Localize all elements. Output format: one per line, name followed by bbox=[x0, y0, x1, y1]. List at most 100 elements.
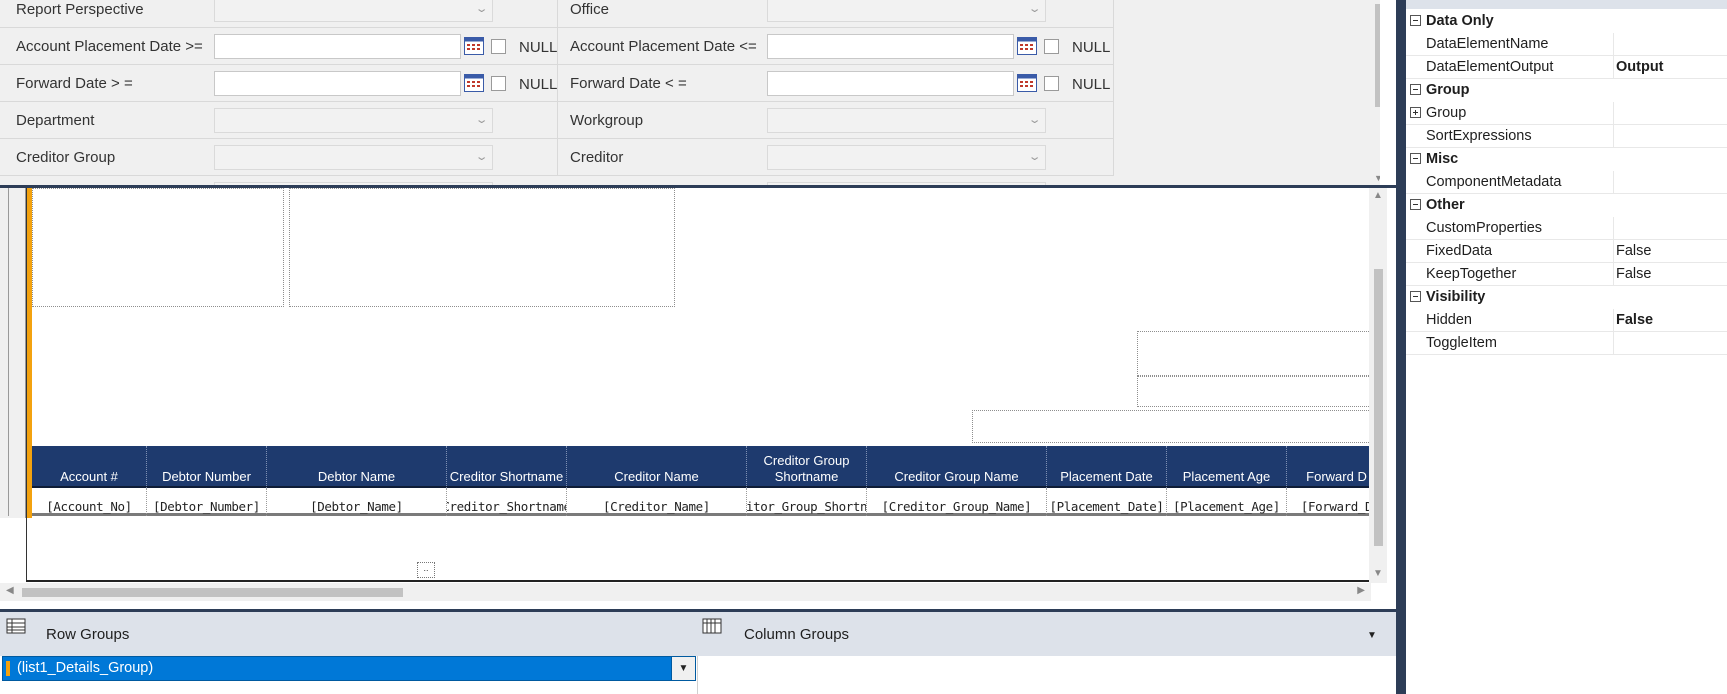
scroll-right-arrow-icon[interactable]: ▶ bbox=[1357, 585, 1365, 596]
property-category[interactable]: Misc bbox=[1406, 148, 1727, 171]
column-header[interactable]: Account # bbox=[32, 446, 147, 488]
parameter-dropdown[interactable]: ⌄ bbox=[214, 145, 493, 170]
textbox-placeholder[interactable] bbox=[32, 188, 284, 307]
property-row[interactable]: FixedData False bbox=[1406, 240, 1727, 263]
detail-cell[interactable]: [Forward_D bbox=[1287, 488, 1371, 516]
parameter-label: Department bbox=[16, 112, 95, 129]
textbox-placeholder[interactable] bbox=[1137, 331, 1371, 376]
null-checkbox[interactable] bbox=[1044, 39, 1059, 54]
detail-cell[interactable]: Creditor_Shortname bbox=[447, 488, 567, 516]
property-category[interactable]: Visibility bbox=[1406, 286, 1727, 309]
property-row[interactable]: Group bbox=[1406, 102, 1727, 125]
chevron-down-icon[interactable]: ⌄ bbox=[474, 113, 488, 126]
null-checkbox[interactable] bbox=[491, 76, 506, 91]
property-row[interactable]: KeepTogether False bbox=[1406, 263, 1727, 286]
detail-cell[interactable]: [Creditor_Group_Name] bbox=[867, 488, 1047, 516]
column-header[interactable]: Creditor Shortname bbox=[447, 446, 567, 488]
chevron-down-icon[interactable]: ⌄ bbox=[1027, 2, 1041, 15]
parameter-dropdown[interactable]: ⌄ bbox=[767, 0, 1046, 22]
property-row[interactable]: ComponentMetadata bbox=[1406, 171, 1727, 194]
expand-icon[interactable] bbox=[1410, 107, 1421, 118]
scroll-left-arrow-icon[interactable]: ◀ bbox=[6, 585, 14, 596]
textbox-placeholder[interactable] bbox=[972, 410, 1371, 443]
category-name: Group bbox=[1426, 82, 1470, 98]
row-group-item[interactable]: (list1_Details_Group) ▼ bbox=[2, 656, 696, 681]
list-row-handle[interactable] bbox=[0, 188, 26, 518]
property-value[interactable]: False bbox=[1616, 243, 1651, 259]
column-header[interactable]: Creditor Name bbox=[567, 446, 747, 488]
property-category[interactable]: Data Only bbox=[1406, 10, 1727, 33]
row-group-dropdown-icon[interactable]: ▼ bbox=[671, 657, 695, 680]
collapse-icon[interactable] bbox=[1410, 84, 1421, 95]
column-separator bbox=[1113, 28, 1114, 64]
grouping-menu-dropdown-icon[interactable]: ▼ bbox=[1367, 630, 1377, 641]
detail-cell[interactable]: [Creditor_Name] bbox=[567, 488, 747, 516]
chevron-down-icon[interactable]: ⌄ bbox=[1027, 150, 1041, 163]
null-checkbox[interactable] bbox=[1044, 76, 1059, 91]
column-header[interactable]: Debtor Name bbox=[267, 446, 447, 488]
collapse-icon[interactable] bbox=[1410, 291, 1421, 302]
parameter-dropdown[interactable]: ⌄ bbox=[214, 0, 493, 22]
property-category[interactable]: Group bbox=[1406, 79, 1727, 102]
property-row[interactable]: DataElementOutput Output bbox=[1406, 56, 1727, 79]
canvas-vertical-scrollbar[interactable]: ▲ ▼ bbox=[1369, 188, 1387, 583]
property-category[interactable]: Other bbox=[1406, 194, 1727, 217]
parameter-label: Forward Date > = bbox=[16, 75, 133, 92]
parameter-dropdown[interactable]: ⌄ bbox=[767, 145, 1046, 170]
column-header[interactable]: Placement Age bbox=[1167, 446, 1287, 488]
collapse-icon[interactable] bbox=[1410, 153, 1421, 164]
property-value[interactable]: False bbox=[1616, 312, 1653, 328]
parameter-dropdown[interactable]: ⌄ bbox=[214, 108, 493, 133]
properties-splitter[interactable] bbox=[1396, 0, 1406, 694]
collapse-icon[interactable] bbox=[1410, 199, 1421, 210]
scrollbar-thumb[interactable] bbox=[22, 588, 403, 597]
property-row[interactable]: DataElementName bbox=[1406, 33, 1727, 56]
property-row[interactable]: ToggleItem bbox=[1406, 332, 1727, 355]
property-row[interactable]: SortExpressions bbox=[1406, 125, 1727, 148]
category-name: Visibility bbox=[1426, 289, 1486, 305]
detail-cell[interactable]: [Account_No] bbox=[32, 488, 147, 516]
scrollbar-thumb[interactable] bbox=[1375, 4, 1380, 107]
calendar-icon[interactable] bbox=[1017, 74, 1037, 92]
scroll-up-arrow-icon[interactable]: ▲ bbox=[1373, 190, 1383, 201]
group-marker bbox=[6, 661, 10, 676]
details-tablix[interactable]: Account # Debtor Number Debtor Name Credito… bbox=[32, 446, 1371, 516]
property-row[interactable]: Hidden False bbox=[1406, 309, 1727, 332]
detail-cell[interactable]: [Placement_Age] bbox=[1167, 488, 1287, 516]
parameter-scrollbar[interactable]: ▼ bbox=[1371, 0, 1380, 186]
detail-cell[interactable]: [Debtor_Name] bbox=[267, 488, 447, 516]
parameter-dropdown[interactable]: ⌄ bbox=[767, 108, 1046, 133]
scroll-down-arrow-icon[interactable]: ▼ bbox=[1373, 568, 1383, 579]
column-separator bbox=[1613, 217, 1614, 240]
chevron-down-icon[interactable]: ⌄ bbox=[474, 150, 488, 163]
property-row[interactable]: CustomProperties bbox=[1406, 217, 1727, 240]
design-surface[interactable]: Account # Debtor Number Debtor Name Credito… bbox=[0, 188, 1371, 591]
detail-cell[interactable]: [Debtor_Number] bbox=[147, 488, 267, 516]
calendar-icon[interactable] bbox=[464, 74, 484, 92]
column-header[interactable]: Creditor Group Name bbox=[867, 446, 1047, 488]
calendar-icon[interactable] bbox=[464, 37, 484, 55]
scroll-down-arrow-icon[interactable]: ▼ bbox=[1374, 173, 1380, 183]
scrollbar-thumb[interactable] bbox=[1374, 269, 1383, 546]
property-value[interactable]: Output bbox=[1616, 59, 1664, 75]
column-header[interactable]: Debtor Number bbox=[147, 446, 267, 488]
textbox-placeholder[interactable] bbox=[1137, 376, 1371, 407]
property-value[interactable]: False bbox=[1616, 266, 1651, 282]
column-header[interactable]: Placement Date bbox=[1047, 446, 1167, 488]
detail-cell[interactable]: [Placement_Date] bbox=[1047, 488, 1167, 516]
small-textbox[interactable]: .. bbox=[417, 562, 435, 578]
null-checkbox[interactable] bbox=[491, 39, 506, 54]
canvas-horizontal-scrollbar[interactable]: ◀ ▶ bbox=[0, 583, 1371, 601]
chevron-down-icon[interactable]: ⌄ bbox=[1027, 113, 1041, 126]
textbox-placeholder[interactable] bbox=[289, 188, 675, 307]
detail-cell[interactable]: ditor_Group_Shortna bbox=[747, 488, 867, 516]
date-input[interactable] bbox=[214, 34, 461, 59]
collapse-icon[interactable] bbox=[1410, 15, 1421, 26]
column-header[interactable]: Creditor Group Shortname bbox=[747, 446, 867, 488]
date-input[interactable] bbox=[214, 71, 461, 96]
calendar-icon[interactable] bbox=[1017, 37, 1037, 55]
date-input[interactable] bbox=[767, 34, 1014, 59]
chevron-down-icon[interactable]: ⌄ bbox=[474, 2, 488, 15]
date-input[interactable] bbox=[767, 71, 1014, 96]
column-header[interactable]: Forward D bbox=[1287, 446, 1371, 488]
